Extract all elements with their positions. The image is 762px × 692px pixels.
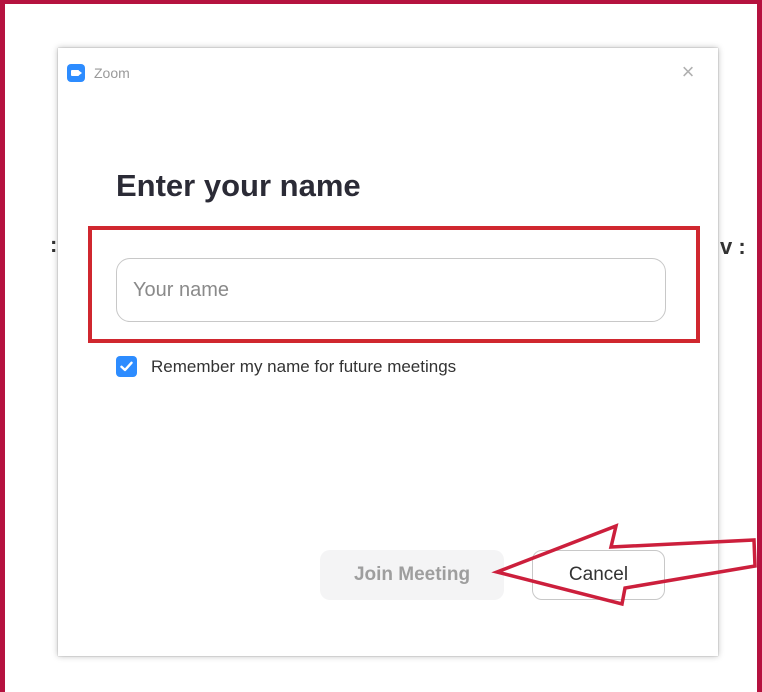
close-icon[interactable]: × — [676, 60, 700, 84]
page-title: Enter your name — [116, 168, 361, 203]
checkmark-icon — [120, 361, 133, 372]
background-fragment-right: v : — [720, 234, 746, 259]
dialog-titlebar: Zoom × — [58, 48, 718, 92]
name-input[interactable] — [116, 258, 666, 322]
join-meeting-button[interactable]: Join Meeting — [320, 550, 504, 600]
enter-name-dialog: Zoom × Enter your name Remember my name … — [58, 48, 718, 656]
window-title: Zoom — [94, 65, 130, 81]
remember-name-label: Remember my name for future meetings — [151, 356, 457, 376]
cancel-button[interactable]: Cancel — [532, 550, 665, 600]
remember-name-checkbox[interactable] — [116, 356, 137, 377]
zoom-camera-icon — [67, 64, 85, 82]
remember-name-row: Remember my name for future meetings — [116, 356, 456, 377]
background-fragment-left: : — [50, 232, 58, 257]
